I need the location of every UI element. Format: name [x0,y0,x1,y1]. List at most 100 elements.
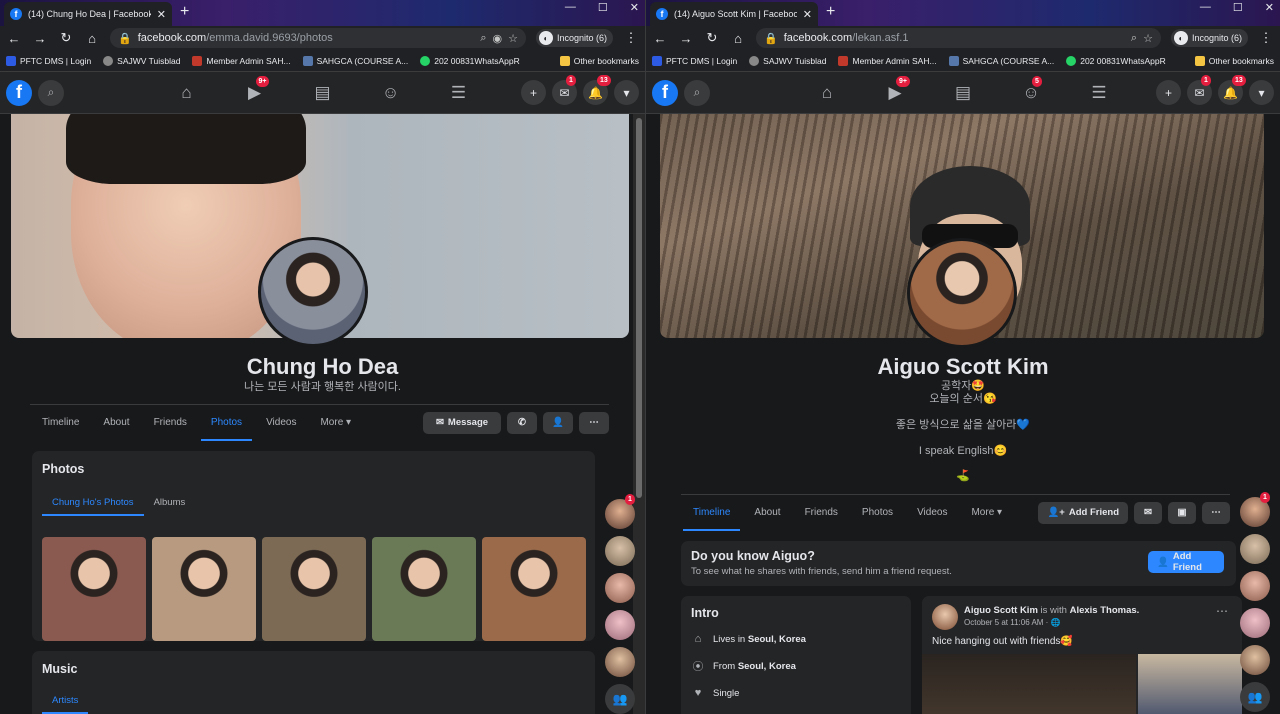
back-icon[interactable]: ← [652,31,668,46]
contact-avatar[interactable] [605,573,635,603]
tab-about[interactable]: About [91,405,141,441]
search-icon[interactable]: ⌕ [684,79,710,106]
close-window-icon[interactable]: ✕ [630,1,639,14]
bookmark-item[interactable]: SAJWV Tuisblad [103,55,180,66]
contact-avatar[interactable]: 1 [1240,492,1270,527]
bookmark-item[interactable]: PFTC DMS | Login [6,55,91,66]
home-icon[interactable]: ⌂ [84,31,100,46]
zoom-search-icon[interactable]: ⌕ [480,32,486,45]
tab-friends[interactable]: Friends [142,405,199,441]
reload-icon[interactable]: ↻ [58,30,74,46]
profile-picture[interactable] [907,238,1017,348]
post-timestamp[interactable]: October 5 at 11:06 AM · 🌐 [964,618,1061,627]
bookmark-item[interactable]: PFTC DMS | Login [652,55,737,66]
add-friend-button[interactable]: 👤 Add Friend [1148,551,1224,573]
post-photo[interactable] [922,654,1136,714]
message-button[interactable]: ✉ Message [423,411,501,434]
address-bar[interactable]: 🔒 facebook.com/lekan.asf.1 ⌕ ☆ [756,28,1161,48]
home-nav-icon[interactable]: ⌂ [176,83,198,103]
messenger-icon[interactable]: ✉ 1 [552,75,577,105]
facebook-logo-icon[interactable]: f [6,79,32,106]
tab-videos[interactable]: Videos [254,405,308,441]
bookmark-item[interactable]: Member Admin SAH... [192,55,291,66]
contact-avatar[interactable] [1240,534,1270,564]
groups-nav-icon[interactable]: ☺ [380,83,402,103]
minimize-icon[interactable]: — [565,1,576,13]
bookmark-item[interactable]: SAJWV Tuisblad [749,55,826,66]
home-nav-icon[interactable]: ⌂ [816,83,838,103]
contact-avatar[interactable] [1240,571,1270,601]
account-chevron-down-icon[interactable]: ▾ [614,80,639,105]
follow-button[interactable]: ▣ [1168,501,1196,524]
menu-nav-icon[interactable]: ☰ [1088,83,1110,103]
incognito-badge[interactable]: ◐ Incognito (6) [535,29,613,47]
menu-kebab-icon[interactable]: ⋮ [623,30,639,46]
tab-videos[interactable]: Videos [905,495,959,531]
lock-icon[interactable]: 🔒 [118,32,132,45]
minimize-icon[interactable]: — [1200,1,1211,13]
reload-icon[interactable]: ↻ [704,30,720,46]
photo-thumbnail[interactable] [262,537,366,641]
post-author-name[interactable]: Aiguo Scott Kim [964,605,1038,616]
maximize-icon[interactable]: ☐ [1233,1,1243,14]
contact-avatar[interactable] [605,610,635,640]
marketplace-nav-icon[interactable]: ▤ [312,83,334,103]
call-button[interactable]: ✆ [507,411,537,434]
bookmark-item[interactable]: SAHGCA (COURSE A... [948,55,1054,66]
contact-avatar[interactable]: 1 [605,494,635,529]
account-chevron-down-icon[interactable]: ▾ [1249,80,1274,105]
watch-nav-icon[interactable]: ▶ 9+ [884,75,910,103]
back-icon[interactable]: ← [6,31,22,46]
browser-tab[interactable]: f (14) Aiguo Scott Kim | Facebook ✕ [650,2,818,26]
create-plus-icon[interactable]: + [1156,80,1181,105]
forward-icon[interactable]: → [678,31,694,46]
more-options-button[interactable]: ⋯ [1202,501,1230,524]
post-tagged-friend[interactable]: Alexis Thomas. [1070,605,1140,616]
home-icon[interactable]: ⌂ [730,31,746,46]
photo-thumbnail[interactable] [42,537,146,641]
menu-nav-icon[interactable]: ☰ [448,83,470,103]
tab-timeline[interactable]: Timeline [681,495,742,531]
marketplace-nav-icon[interactable]: ▤ [952,83,974,103]
tab-photos[interactable]: Photos [850,495,905,531]
tab-artists[interactable]: Artists [42,687,89,714]
photo-thumbnail[interactable] [152,537,256,641]
tab-more[interactable]: More ▾ [308,405,363,441]
tab-albums[interactable]: Albums [144,489,196,516]
notifications-bell-icon[interactable]: 🔔 13 [1218,75,1246,105]
close-window-icon[interactable]: ✕ [1265,1,1274,14]
tab-friends[interactable]: Friends [793,495,850,531]
bookmark-item[interactable]: 202 00831WhatsAppR [1066,55,1166,66]
maximize-icon[interactable]: ☐ [598,1,608,14]
browser-tab[interactable]: f (14) Chung Ho Dea | Facebook ✕ [4,2,172,26]
facebook-logo-icon[interactable]: f [652,79,678,106]
zoom-search-icon[interactable]: ⌕ [1131,32,1137,45]
photo-thumbnail[interactable] [482,537,586,641]
groups-nav-icon[interactable]: ☺ 5 [1020,75,1042,103]
other-bookmarks[interactable]: Other bookmarks [1194,55,1274,66]
notifications-bell-icon[interactable]: 🔔 13 [583,75,611,105]
tab-user-photos[interactable]: Chung Ho's Photos [42,489,144,516]
bookmark-item[interactable]: SAHGCA (COURSE A... [302,55,408,66]
bookmark-item[interactable]: Member Admin SAH... [838,55,937,66]
bookmark-item[interactable]: 202 00831WhatsAppR [420,55,520,66]
contact-avatar[interactable] [1240,608,1270,638]
new-group-icon[interactable]: 👥 [1240,682,1270,712]
create-plus-icon[interactable]: + [521,80,546,105]
bookmark-star-icon[interactable]: ☆ [508,32,518,45]
menu-kebab-icon[interactable]: ⋮ [1258,30,1274,46]
new-tab-icon[interactable]: + [180,3,189,21]
friend-status-button[interactable]: 👤 [543,411,573,434]
add-friend-button[interactable]: 👤+ Add Friend [1038,501,1128,524]
search-icon[interactable]: ⌕ [38,79,64,106]
other-bookmarks[interactable]: Other bookmarks [559,55,639,66]
tab-timeline[interactable]: Timeline [30,405,91,441]
contact-avatar[interactable] [605,536,635,566]
address-bar[interactable]: 🔒 facebook.com/emma.david.9693/photos ⌕ … [110,28,526,48]
post-more-dots-icon[interactable]: ⋯ [1216,604,1228,618]
tracking-eye-icon[interactable]: ◉ [492,32,502,45]
tab-photos[interactable]: Photos [199,405,254,441]
close-tab-icon[interactable]: ✕ [803,8,812,21]
incognito-badge[interactable]: ◐ Incognito (6) [1170,29,1248,47]
close-tab-icon[interactable]: ✕ [157,8,166,21]
